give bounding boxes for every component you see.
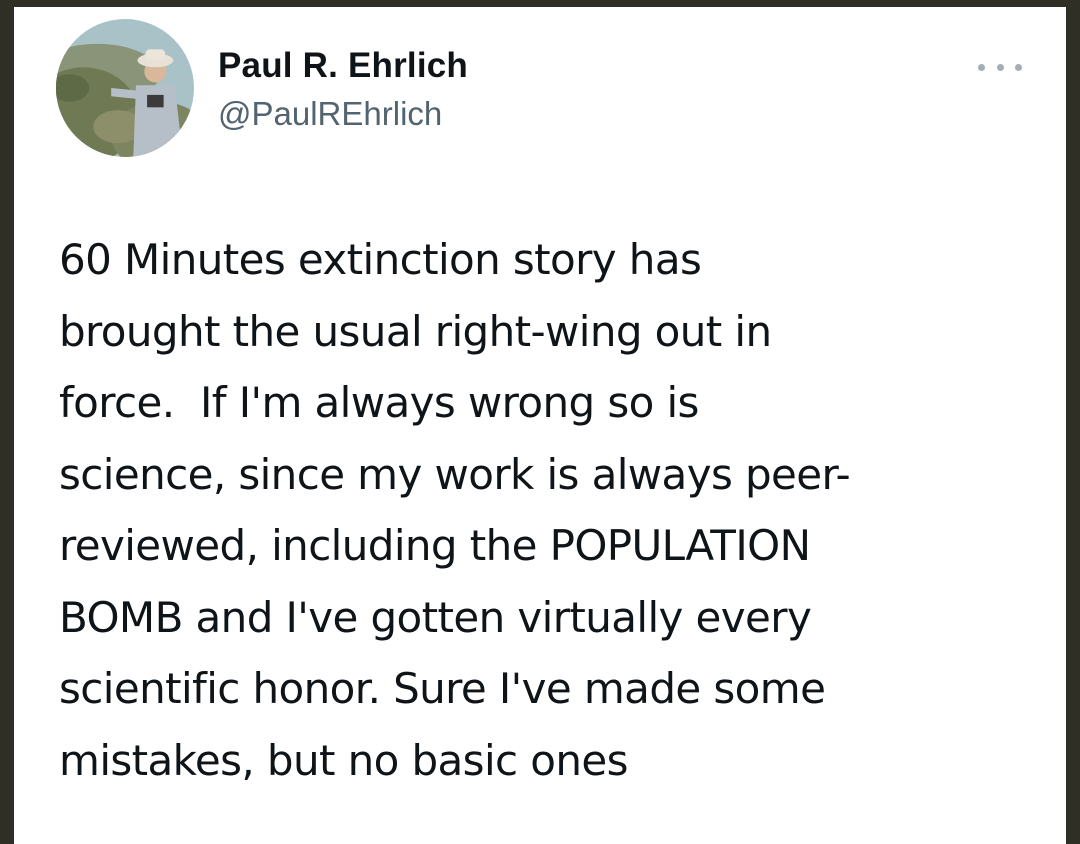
- tweet-text-line: force. If I'm always wrong so is: [59, 378, 699, 427]
- tweet-text-line: mistakes, but no basic ones: [59, 735, 629, 785]
- more-dots-icon: [978, 63, 985, 71]
- tweet-text: 60 Minutes extinction story has brought …: [59, 224, 1049, 796]
- avatar-photo: [56, 19, 194, 157]
- more-dots-icon: [1015, 63, 1022, 71]
- tweet-text-line: science, since my work is always peer-: [59, 449, 851, 499]
- more-options-button[interactable]: [978, 57, 1022, 77]
- tweet-card: Paul R. Ehrlich @PaulREhrlich 60 Minutes…: [14, 7, 1066, 844]
- tweet-text-line: brought the usual right-wing out in: [59, 306, 772, 356]
- tweet-text-line: reviewed, including the POPULATION: [59, 521, 811, 570]
- tweet-text-line: scientific honor. Sure I've made some: [59, 664, 826, 713]
- avatar[interactable]: [56, 19, 194, 157]
- tweet-text-line: BOMB and I've gotten virtually every: [59, 592, 812, 642]
- more-dots-icon: [996, 63, 1004, 71]
- author-handle[interactable]: @PaulREhrlich: [218, 95, 442, 132]
- tweet-text-line: 60 Minutes extinction story has: [59, 235, 702, 284]
- author-display-name[interactable]: Paul R. Ehrlich: [218, 46, 468, 86]
